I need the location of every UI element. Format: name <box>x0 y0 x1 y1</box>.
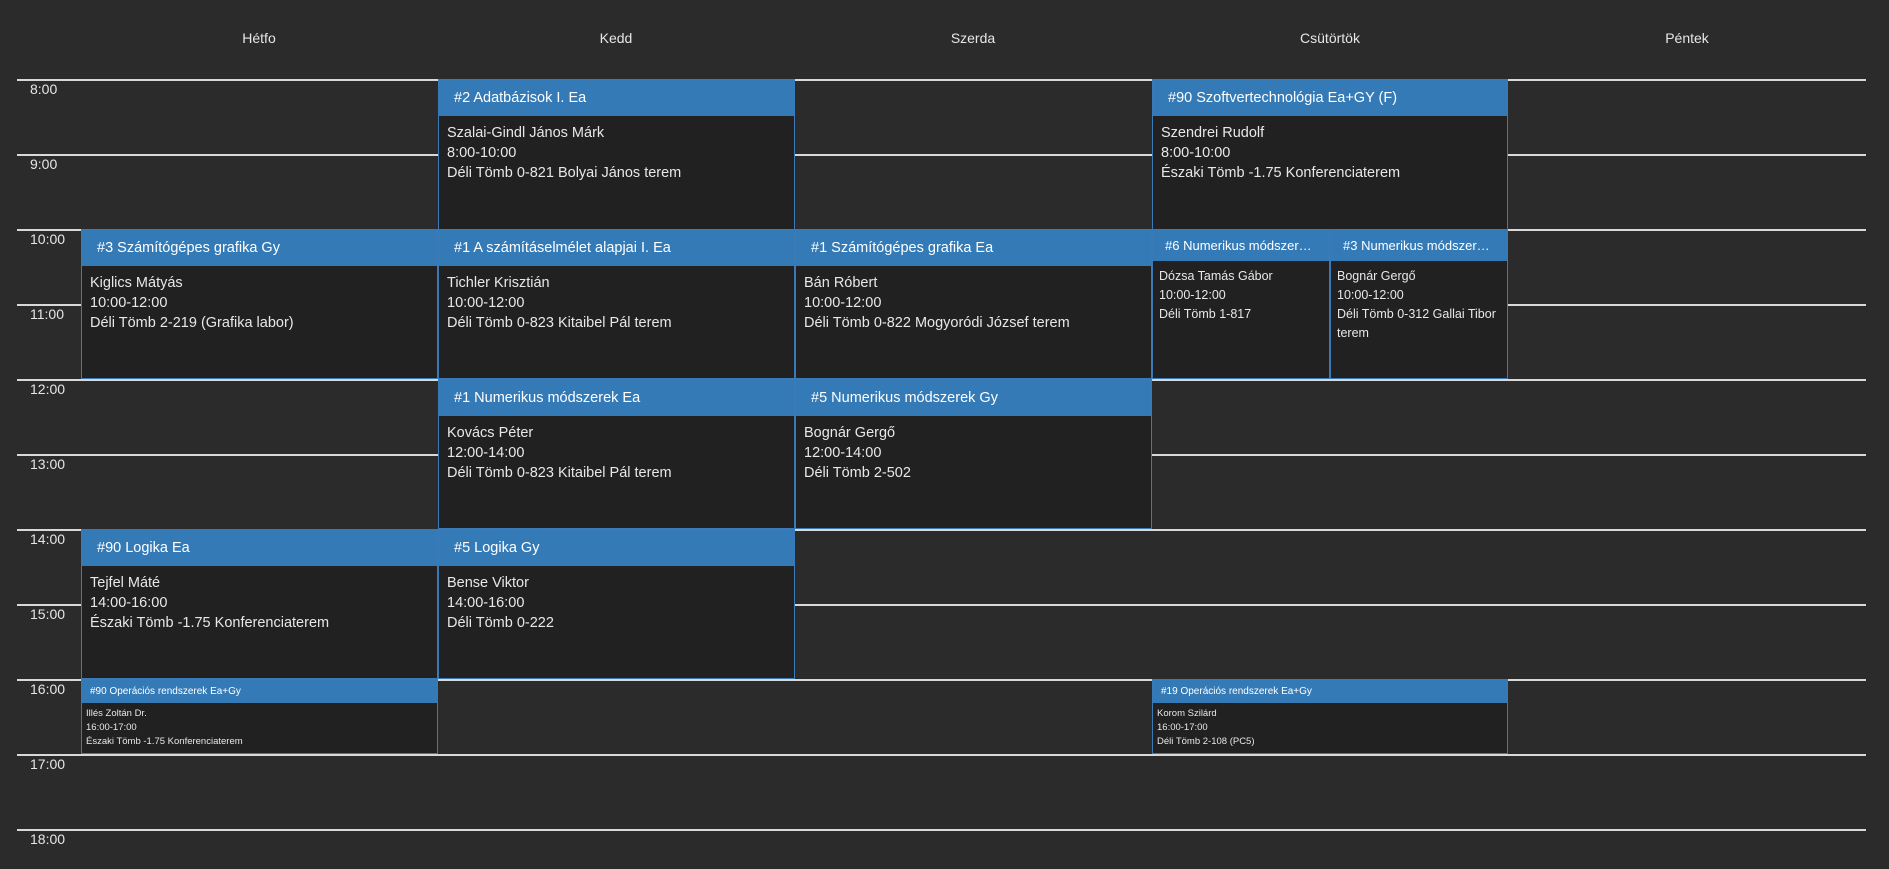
event-time: 16:00-17:00 <box>86 722 137 733</box>
event-title: #1 Numerikus módszerek Ea <box>439 380 794 416</box>
hour-label: 16:00 <box>30 681 66 697</box>
event-time: 8:00-10:00 <box>447 145 517 161</box>
event-title: #1 A számításelmélet alapjai I. Ea <box>439 230 794 266</box>
day-header-friday: Péntek <box>1665 30 1709 46</box>
hour-label: 18:00 <box>30 831 66 847</box>
hour-label: 9:00 <box>30 156 58 172</box>
hour-label: 14:00 <box>30 531 66 547</box>
event-card[interactable]: #3 Numerikus módszer… Bognár Gergő 10:00… <box>1330 229 1508 379</box>
event-teacher: Bense Viktor <box>447 575 529 591</box>
event-room: Déli Tömb 2-502 <box>804 465 911 481</box>
event-card[interactable]: #19 Operációs rendszerek Ea+Gy Korom Szi… <box>1152 679 1508 754</box>
hour-label: 15:00 <box>30 606 66 622</box>
event-time: 14:00-16:00 <box>90 595 168 611</box>
event-title: #6 Numerikus módszer… <box>1153 230 1329 261</box>
event-title: #90 Logika Ea <box>82 530 437 566</box>
event-teacher: Dózsa Tamás Gábor <box>1159 269 1273 283</box>
event-card[interactable]: #90 Szoftvertechnológia Ea+GY (F) Szendr… <box>1152 79 1508 230</box>
event-time: 14:00-16:00 <box>447 595 525 611</box>
event-teacher: Korom Szilárd <box>1157 708 1217 719</box>
event-card[interactable]: #3 Számítógépes grafika Gy Kiglics Mátyá… <box>81 229 438 379</box>
event-room: Északi Tömb -1.75 Konferenciaterem <box>86 736 243 747</box>
event-time: 12:00-14:00 <box>804 445 882 461</box>
event-room: Déli Tömb 2-108 (PC5) <box>1157 736 1255 747</box>
event-teacher: Tejfel Máté <box>90 575 161 591</box>
event-room: Déli Tömb 0-222 <box>447 615 554 631</box>
event-card[interactable]: #90 Operációs rendszerek Ea+Gy Illés Zol… <box>81 679 438 754</box>
event-teacher: Szendrei Rudolf <box>1161 125 1265 141</box>
event-title: #3 Numerikus módszer… <box>1331 230 1507 261</box>
event-card[interactable]: #1 A számításelmélet alapjai I. Ea Tichl… <box>438 229 795 379</box>
event-card[interactable]: #2 Adatbázisok I. Ea Szalai-Gindl János … <box>438 79 795 230</box>
event-time: 12:00-14:00 <box>447 445 525 461</box>
event-title: #2 Adatbázisok I. Ea <box>439 80 794 116</box>
event-room: Déli Tömb 2-219 (Grafika labor) <box>90 315 294 331</box>
day-header-monday: Hétfo <box>242 30 276 46</box>
event-card[interactable]: #5 Logika Gy Bense Viktor 14:00-16:00 Dé… <box>438 529 795 679</box>
hour-line <box>17 79 1866 81</box>
event-time: 10:00-12:00 <box>804 295 882 311</box>
event-teacher: Bán Róbert <box>804 275 878 291</box>
event-teacher: Kovács Péter <box>447 425 534 441</box>
hour-label: 10:00 <box>30 231 66 247</box>
hour-line <box>17 154 1866 156</box>
event-teacher: Tichler Krisztián <box>447 275 550 291</box>
event-teacher: Szalai-Gindl János Márk <box>447 125 605 141</box>
event-room: Déli Tömb 0-823 Kitaibel Pál terem <box>447 465 672 481</box>
event-teacher: Illés Zoltán Dr. <box>86 708 147 719</box>
event-title: #3 Számítógépes grafika Gy <box>82 230 437 266</box>
event-room: Déli Tömb 1-817 <box>1159 307 1252 321</box>
event-time: 10:00-12:00 <box>1337 288 1404 302</box>
event-time: 10:00-12:00 <box>1159 288 1226 302</box>
event-room: Déli Tömb 0-312 Gallai Tibor terem <box>1337 307 1496 340</box>
event-card[interactable]: #1 Számítógépes grafika Ea Bán Róbert 10… <box>795 229 1152 379</box>
day-header-wednesday: Szerda <box>950 30 996 46</box>
event-card[interactable]: #6 Numerikus módszer… Dózsa Tamás Gábor … <box>1152 229 1330 379</box>
event-time: 16:00-17:00 <box>1157 722 1208 733</box>
event-room: Déli Tömb 0-823 Kitaibel Pál terem <box>447 315 672 331</box>
event-time: 10:00-12:00 <box>447 295 525 311</box>
event-title: #19 Operációs rendszerek Ea+Gy <box>1153 680 1507 703</box>
hour-label: 17:00 <box>30 756 66 772</box>
event-title: #5 Logika Gy <box>439 530 794 566</box>
event-room: Déli Tömb 0-822 Mogyoródi József terem <box>804 315 1070 331</box>
hour-label: 11:00 <box>30 306 64 322</box>
event-teacher: Bognár Gergő <box>804 425 896 441</box>
hour-label: 12:00 <box>30 381 66 397</box>
event-room: Déli Tömb 0-821 Bolyai János terem <box>447 165 682 181</box>
event-title: #5 Numerikus módszerek Gy <box>796 380 1151 416</box>
event-teacher: Bognár Gergő <box>1337 269 1416 283</box>
event-room: Északi Tömb -1.75 Konferenciaterem <box>90 615 330 631</box>
event-teacher: Kiglics Mátyás <box>90 275 183 291</box>
event-card[interactable]: #1 Numerikus módszerek Ea Kovács Péter 1… <box>438 379 795 529</box>
event-card[interactable]: #5 Numerikus módszerek Gy Bognár Gergő 1… <box>795 379 1152 529</box>
weekly-timetable: Hétfo Kedd Szerda Csütörtök Péntek 8:00 … <box>0 0 1889 869</box>
event-title: #90 Szoftvertechnológia Ea+GY (F) <box>1153 80 1507 116</box>
hour-line <box>17 829 1866 831</box>
day-header-tuesday: Kedd <box>599 30 633 46</box>
hour-label: 8:00 <box>30 81 58 97</box>
event-title: #1 Számítógépes grafika Ea <box>796 230 1151 266</box>
event-title: #90 Operációs rendszerek Ea+Gy <box>82 680 437 703</box>
hour-line <box>17 754 1866 756</box>
event-room: Északi Tömb -1.75 Konferenciaterem <box>1161 165 1401 181</box>
event-card[interactable]: #90 Logika Ea Tejfel Máté 14:00-16:00 És… <box>81 529 438 679</box>
event-time: 8:00-10:00 <box>1161 145 1231 161</box>
event-time: 10:00-12:00 <box>90 295 168 311</box>
hour-label: 13:00 <box>30 456 66 472</box>
day-header-thursday: Csütörtök <box>1300 30 1360 46</box>
